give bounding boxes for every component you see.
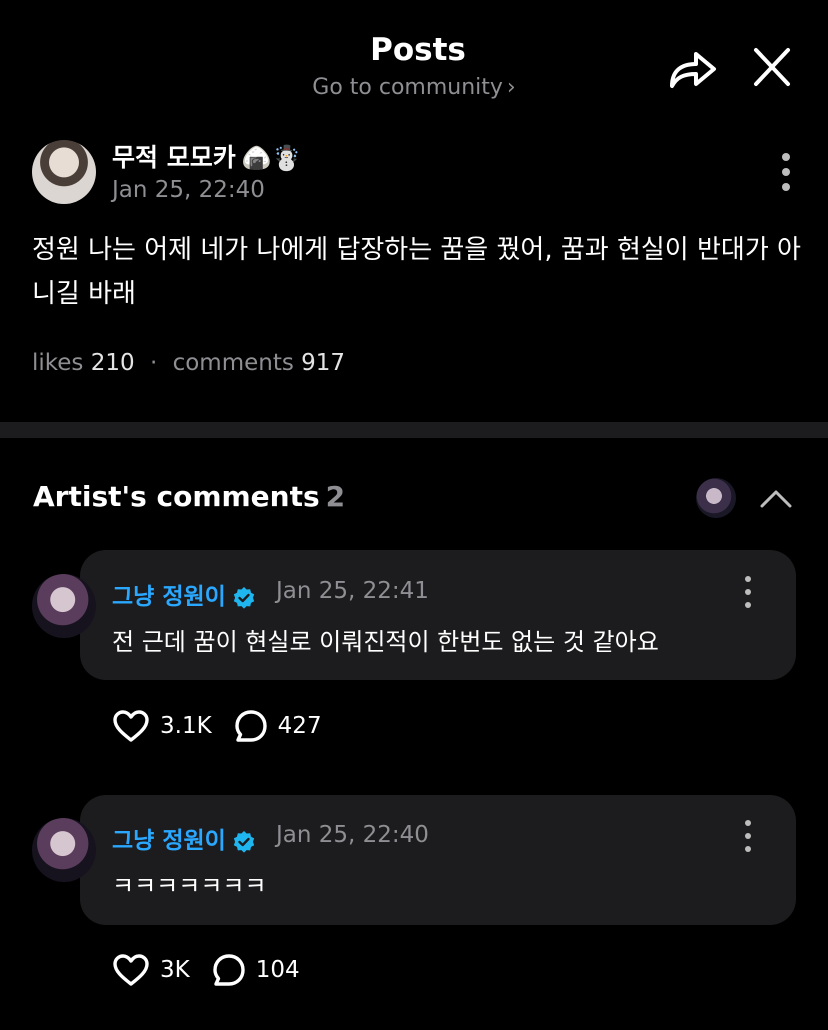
- comment-actions: 3.1K 427: [112, 706, 322, 746]
- artist-comments-title: Artist's comments: [33, 480, 320, 513]
- reply-bubble-icon[interactable]: [212, 953, 246, 987]
- verified-badge-icon: [233, 586, 255, 609]
- close-icon: [754, 48, 790, 86]
- section-divider: [0, 422, 828, 438]
- comment-author-name-row[interactable]: 그냥 정원이: [112, 821, 256, 855]
- comment-timestamp: Jan 25, 22:41: [276, 578, 429, 604]
- stats-separator: ·: [149, 350, 158, 376]
- comment-more-options-icon[interactable]: [733, 570, 763, 614]
- comment-card: [80, 795, 796, 925]
- post-more-options-icon[interactable]: [771, 150, 801, 194]
- post-author-name: 무적 모모카: [112, 143, 236, 172]
- comment-reply-count: 104: [255, 957, 300, 983]
- post-timestamp: Jan 25, 22:40: [112, 177, 265, 203]
- post-body-text: 정원 나는 어제 네가 나에게 답장하는 꿈을 꿨어, 꿈과 현실이 반대가 아…: [32, 235, 801, 309]
- post-author-name-row[interactable]: 무적 모모카 🍙☃️: [112, 138, 301, 174]
- likes-count: 210: [90, 350, 135, 376]
- comment-like-count: 3.1K: [160, 713, 212, 739]
- artist-comments-count: 2: [325, 480, 346, 513]
- comment-author-avatar[interactable]: [32, 818, 96, 882]
- artist-avatar-small: [696, 478, 736, 518]
- comment-card: [80, 550, 796, 680]
- close-button[interactable]: [748, 46, 796, 90]
- go-to-community-label: Go to community: [312, 75, 503, 100]
- reply-bubble-icon[interactable]: [234, 709, 268, 743]
- likes-label: likes: [32, 350, 84, 376]
- comments-count[interactable]: 917: [301, 350, 345, 376]
- post-stats: likes 210 · comments 917: [32, 350, 345, 376]
- comment-author-name: 그냥 정원이: [112, 828, 226, 854]
- comment-author-name: 그냥 정원이: [112, 584, 226, 610]
- comment-author-name-row[interactable]: 그냥 정원이: [112, 577, 256, 611]
- top-bar: Posts Go to community ›: [0, 0, 828, 120]
- chevron-up-icon: [760, 490, 792, 508]
- heart-icon[interactable]: [112, 953, 150, 987]
- verified-badge-icon: [233, 830, 255, 853]
- comments-label[interactable]: comments: [173, 350, 294, 376]
- share-button[interactable]: [664, 44, 720, 92]
- post-author-avatar[interactable]: [32, 140, 96, 204]
- comment-more-options-icon[interactable]: [733, 814, 763, 858]
- comment-text: ㅋㅋㅋㅋㅋㅋㅋ: [112, 872, 267, 900]
- collapse-button[interactable]: [758, 484, 794, 512]
- artist-comments-heading: Artist's comments 2: [33, 480, 345, 513]
- comment-author-avatar[interactable]: [32, 574, 96, 638]
- heart-icon[interactable]: [112, 709, 150, 743]
- share-arrow-icon: [670, 52, 716, 88]
- comment-reply-count: 427: [277, 713, 322, 739]
- comment-timestamp: Jan 25, 22:40: [276, 822, 429, 848]
- post-author-emoji: 🍙☃️: [241, 144, 302, 172]
- comment-like-count: 3K: [160, 957, 190, 983]
- comment-text: 전 근데 꿈이 현실로 이뤄진적이 한번도 없는 것 같아요: [112, 628, 659, 656]
- chevron-right-icon: ›: [506, 75, 516, 100]
- comment-actions: 3K 104: [112, 950, 300, 990]
